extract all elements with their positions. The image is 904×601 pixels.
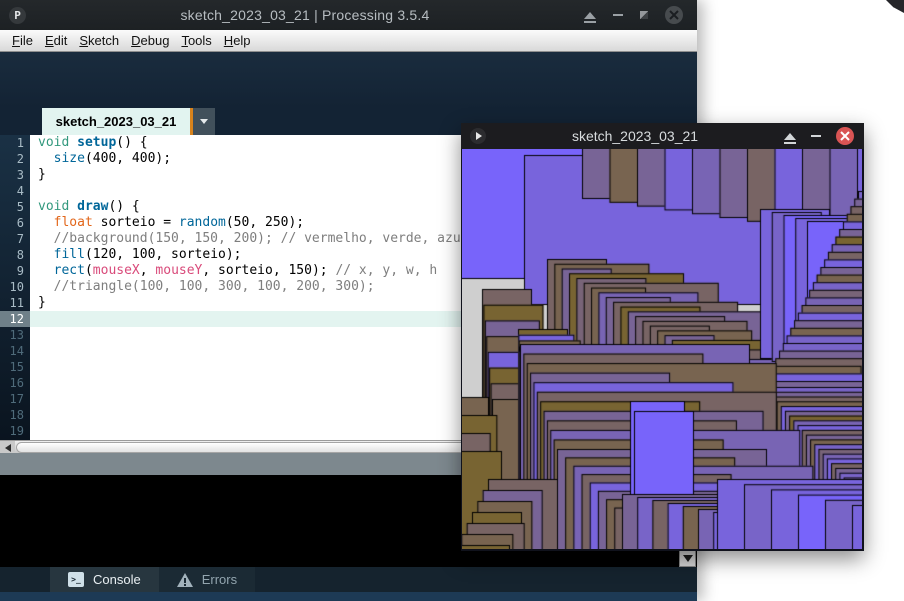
tab-menu-button[interactable] — [193, 108, 215, 135]
line-number: 8 — [16, 248, 24, 262]
main-titlebar[interactable]: P sketch_2023_03_21 | Processing 3.5.4 — [0, 0, 697, 30]
menu-item-sketch[interactable]: Sketch — [73, 33, 125, 48]
line-number: 14 — [9, 344, 24, 358]
line-number: 7 — [16, 232, 24, 246]
minimize-icon[interactable] — [811, 135, 821, 137]
menu-bar: File Edit Sketch Debug Tools Help — [0, 30, 697, 52]
chevron-down-icon — [200, 119, 208, 124]
menu-item-file[interactable]: File — [6, 33, 39, 48]
menu-item-tools[interactable]: Tools — [175, 33, 217, 48]
tab-console[interactable]: >_ Console — [50, 567, 159, 592]
main-window-title: sketch_2023_03_21 | Processing 3.5.4 — [180, 7, 430, 23]
line-number: 10 — [9, 280, 24, 294]
errors-tab-label: Errors — [201, 572, 238, 587]
line-number-gutter: 1 2 3 4 5 6 7 8 9 10 11 12 13 14 15 16 17 18 19 — [0, 135, 30, 440]
desktop: P sketch_2023_03_21 | Processing 3.5.4 F… — [0, 0, 904, 601]
sketch-canvas[interactable] — [462, 149, 862, 549]
terminal-icon: >_ — [68, 572, 84, 587]
background-window-fragment — [886, 0, 904, 13]
maximize-eject-icon[interactable] — [784, 132, 796, 144]
tab-label: sketch_2023_03_21 — [55, 114, 177, 129]
tab-errors[interactable]: Errors — [158, 567, 256, 592]
sketch-app-icon — [470, 128, 486, 144]
restore-icon[interactable] — [640, 11, 648, 19]
menu-item-edit[interactable]: Edit — [39, 33, 73, 48]
sketch-titlebar[interactable]: sketch_2023_03_21 — [461, 123, 864, 149]
console-scroll-down-button[interactable] — [679, 550, 696, 567]
warning-icon — [176, 572, 193, 587]
console-tab-label: Console — [93, 572, 141, 587]
line-number: 16 — [9, 376, 24, 390]
line-number: 11 — [9, 296, 24, 310]
line-number: 4 — [16, 184, 24, 198]
maximize-eject-icon[interactable] — [584, 11, 596, 23]
sketch-window-title: sketch_2023_03_21 — [571, 128, 699, 144]
console-tab-bar: >_ Console Errors — [0, 567, 697, 592]
close-icon[interactable] — [665, 6, 683, 24]
down-arrow-icon — [682, 555, 693, 562]
line-number: 6 — [16, 216, 24, 230]
line-number: 3 — [16, 168, 24, 182]
line-number: 9 — [16, 264, 24, 278]
processing-app-icon: P — [9, 6, 26, 24]
line-number: 1 — [16, 136, 24, 150]
close-icon[interactable] — [836, 127, 854, 145]
line-number: 13 — [9, 328, 24, 342]
menu-item-help[interactable]: Help — [218, 33, 257, 48]
left-arrow-icon — [4, 443, 11, 452]
line-number: 12 — [0, 311, 30, 327]
line-number: 19 — [9, 424, 24, 438]
tab-sketch[interactable]: sketch_2023_03_21 — [42, 108, 190, 135]
toolbar: Java — [0, 52, 697, 147]
bottom-strip — [0, 592, 697, 601]
minimize-icon[interactable] — [613, 14, 623, 16]
line-number: 15 — [9, 360, 24, 374]
menu-item-debug[interactable]: Debug — [125, 33, 175, 48]
sketch-output-window: sketch_2023_03_21 — [461, 123, 864, 551]
line-number: 5 — [16, 200, 24, 214]
line-number: 2 — [16, 152, 24, 166]
line-number: 18 — [9, 408, 24, 422]
line-number: 17 — [9, 392, 24, 406]
